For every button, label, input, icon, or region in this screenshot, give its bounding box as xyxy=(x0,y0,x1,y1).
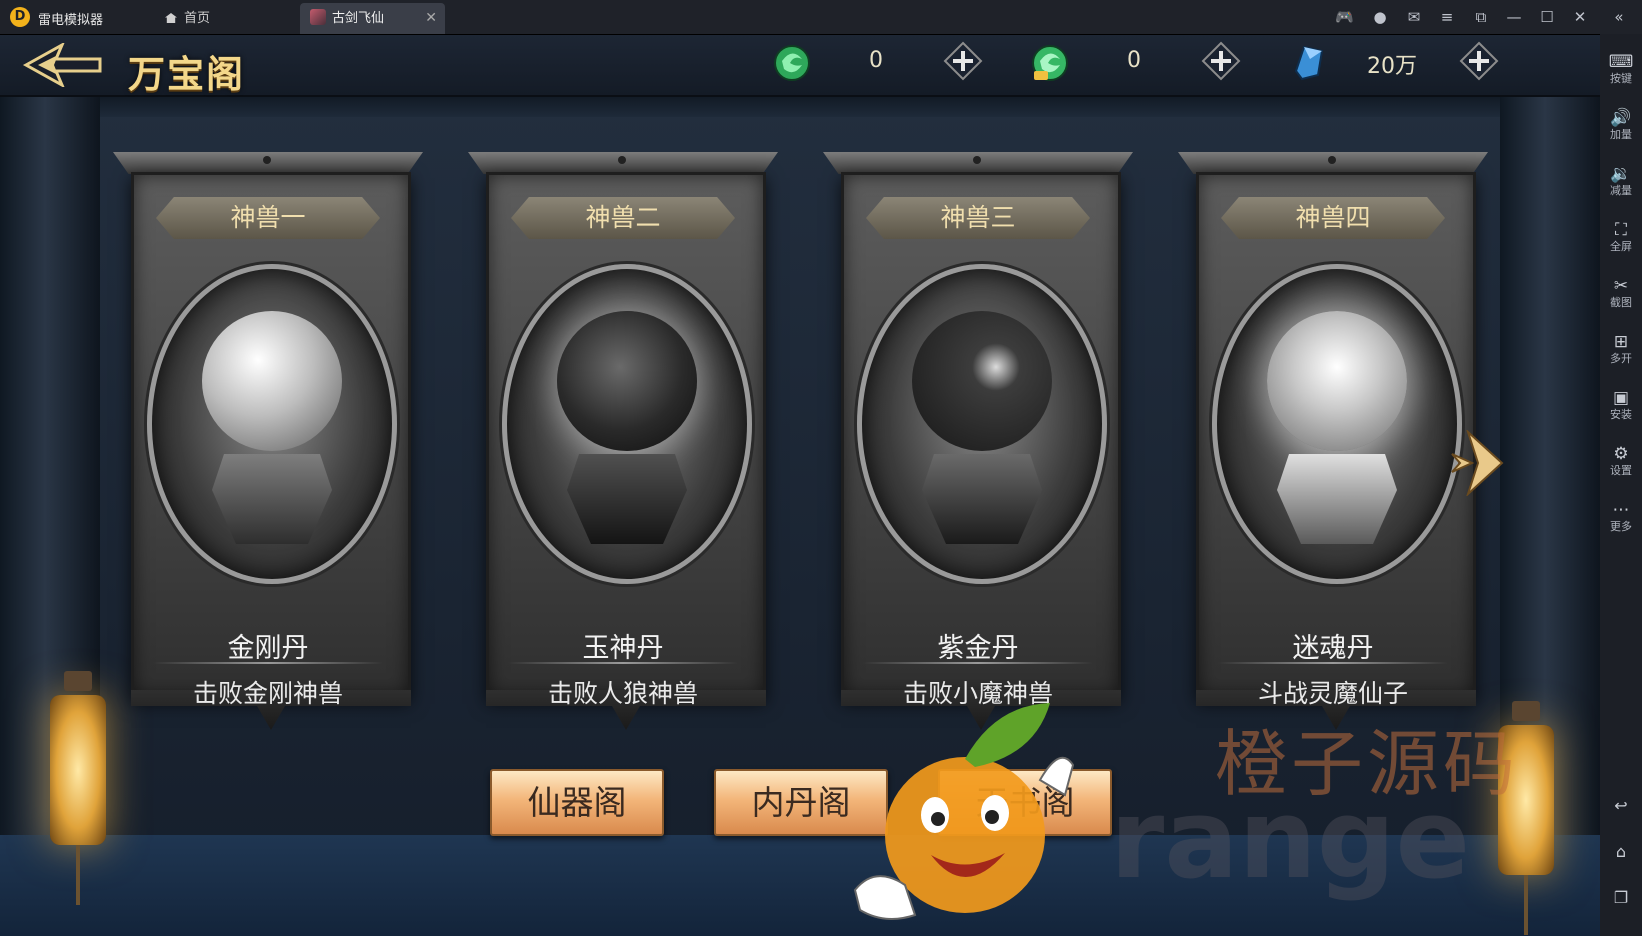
card-item-desc: 击败金刚神兽 xyxy=(192,679,343,708)
sidebar-item-keymap[interactable]: ⌨ 按键 xyxy=(1600,52,1642,86)
soul-pill-orb-icon xyxy=(1212,264,1462,584)
add-crystal-button[interactable] xyxy=(1459,41,1499,81)
sidebar-item-install-apk[interactable]: ▣ 安装 xyxy=(1600,388,1642,422)
scroll-rod xyxy=(823,152,1133,174)
sidebar-item-multi-instance[interactable]: ⊞ 多开 xyxy=(1600,332,1642,366)
volume-up-icon: 🔊 xyxy=(1610,108,1632,128)
jade-spirit-icon xyxy=(774,45,810,81)
beast-card-3[interactable]: 神兽三 紫金丹 击败小魔神兽 xyxy=(823,152,1133,762)
emulator-logo-icon: D xyxy=(10,7,30,27)
card-divider xyxy=(508,662,738,664)
more-icon: ⋯ xyxy=(1612,500,1630,520)
currency-jade-value: 0 xyxy=(869,48,883,73)
card-divider xyxy=(1218,662,1448,664)
game-app-icon xyxy=(310,9,326,25)
jade-pill-orb-icon xyxy=(502,264,752,584)
volume-down-icon: 🔉 xyxy=(1610,164,1632,184)
sidebar-item-settings[interactable]: ⚙ 设置 xyxy=(1600,444,1642,478)
beast-card-1[interactable]: 神兽一 金刚丹 击败金刚神兽 xyxy=(113,152,423,762)
beast-card-2[interactable]: 神兽二 玉神丹 击败人狼神兽 xyxy=(468,152,778,762)
game-header: 万宝阁 0 0 20万 xyxy=(0,35,1600,97)
next-page-arrow-icon[interactable] xyxy=(1448,430,1504,496)
tab-close-icon[interactable]: ✕ xyxy=(425,3,437,34)
tab-home-label: 首页 xyxy=(184,11,211,26)
scroll-rod xyxy=(113,152,423,174)
minimize-icon[interactable]: — xyxy=(1505,8,1523,26)
lantern-left xyxy=(50,671,106,905)
emulator-sidebar: ⌨ 按键 🔊 加量 🔉 减量 ⛶ 全屏 ✂ 截图 ⊞ 多开 ▣ 安装 ⚙ 设置 ⋯ 更多 ↩ ⌂ … xyxy=(1600,34,1642,936)
fullscreen-icon: ⛶ xyxy=(1615,220,1627,240)
keyboard-icon: ⌨ xyxy=(1608,52,1634,72)
sidebar-item-volume-up[interactable]: 🔊 加量 xyxy=(1600,108,1642,142)
blue-crystal-icon xyxy=(1294,45,1324,81)
multi-window-icon: ⊞ xyxy=(1613,332,1629,352)
add-jade-button[interactable] xyxy=(943,41,983,81)
card-tag: 神兽三 xyxy=(866,197,1090,239)
restore-window-icon[interactable]: ⧉ xyxy=(1472,8,1490,26)
sidebar-item-more[interactable]: ⋯ 更多 xyxy=(1600,500,1642,534)
mail-icon[interactable]: ✉ xyxy=(1405,8,1423,26)
currency-bound-jade-value: 0 xyxy=(1127,48,1141,73)
maximize-icon[interactable]: ☐ xyxy=(1538,8,1556,26)
card-divider xyxy=(863,662,1093,664)
watermark-text: 橙子源码 xyxy=(1215,722,1520,806)
android-back-icon[interactable]: ↩ xyxy=(1608,796,1634,818)
card-item-name: 紫金丹 xyxy=(937,633,1019,664)
bound-jade-icon xyxy=(1032,45,1068,81)
apk-icon: ▣ xyxy=(1612,388,1630,408)
back-arrow-icon[interactable] xyxy=(22,43,104,87)
card-divider xyxy=(153,662,383,664)
game-viewport: 万宝阁 0 0 20万 神兽一 金刚丹 击败金刚神兽 神兽二 玉神丹 击败人狼神… xyxy=(0,35,1600,936)
tab-home[interactable]: 首页 xyxy=(150,3,295,34)
scroll-rod xyxy=(468,152,778,174)
card-item-name: 金刚丹 xyxy=(227,633,309,664)
gamepad-icon[interactable]: 🎮 xyxy=(1335,8,1354,26)
sidebar-item-volume-down[interactable]: 🔉 减量 xyxy=(1600,164,1642,198)
close-window-icon[interactable]: ✕ xyxy=(1571,8,1589,26)
card-item-name: 迷魂丹 xyxy=(1292,633,1374,664)
scroll-rod xyxy=(1178,152,1488,174)
sidebar-item-fullscreen[interactable]: ⛶ 全屏 xyxy=(1600,220,1642,254)
currency-crystal-value: 20万 xyxy=(1367,54,1417,79)
android-recents-icon[interactable]: ❐ xyxy=(1608,888,1634,910)
card-tag: 神兽四 xyxy=(1221,197,1445,239)
menu-icon[interactable]: ≡ xyxy=(1438,8,1456,26)
home-icon xyxy=(165,13,177,23)
gear-icon: ⚙ xyxy=(1613,444,1629,464)
android-home-icon[interactable]: ⌂ xyxy=(1608,842,1634,864)
page-title: 万宝阁 xyxy=(128,53,245,96)
card-item-desc: 击败人狼神兽 xyxy=(547,679,698,708)
tab-game-label: 古剑飞仙 xyxy=(332,11,385,26)
card-tag: 神兽一 xyxy=(156,197,380,239)
add-bound-jade-button[interactable] xyxy=(1201,41,1241,81)
immortal-artifact-hall-button[interactable]: 仙器阁 xyxy=(490,769,664,836)
emulator-titlebar: D 雷电模拟器 首页 古剑飞仙 ✕ 🎮 ● ✉ ≡ ⧉ — ☐ ✕ « xyxy=(0,0,1642,35)
sidebar-item-screenshot[interactable]: ✂ 截图 xyxy=(1600,276,1642,310)
card-item-name: 玉神丹 xyxy=(582,633,664,664)
collapse-sidebar-icon[interactable]: « xyxy=(1610,8,1628,26)
emulator-app-name: 雷电模拟器 xyxy=(38,13,104,28)
user-avatar-icon[interactable]: ● xyxy=(1371,8,1389,26)
beast-card-4[interactable]: 神兽四 迷魂丹 斗战灵魔仙子 xyxy=(1178,152,1488,762)
tab-game[interactable]: 古剑飞仙 ✕ xyxy=(300,3,445,34)
golden-pill-orb-icon xyxy=(147,264,397,584)
purple-gold-pill-orb-icon xyxy=(857,264,1107,584)
orange-mascot-icon xyxy=(853,703,1075,920)
card-tag: 神兽二 xyxy=(511,197,735,239)
scissors-icon: ✂ xyxy=(1613,276,1629,296)
